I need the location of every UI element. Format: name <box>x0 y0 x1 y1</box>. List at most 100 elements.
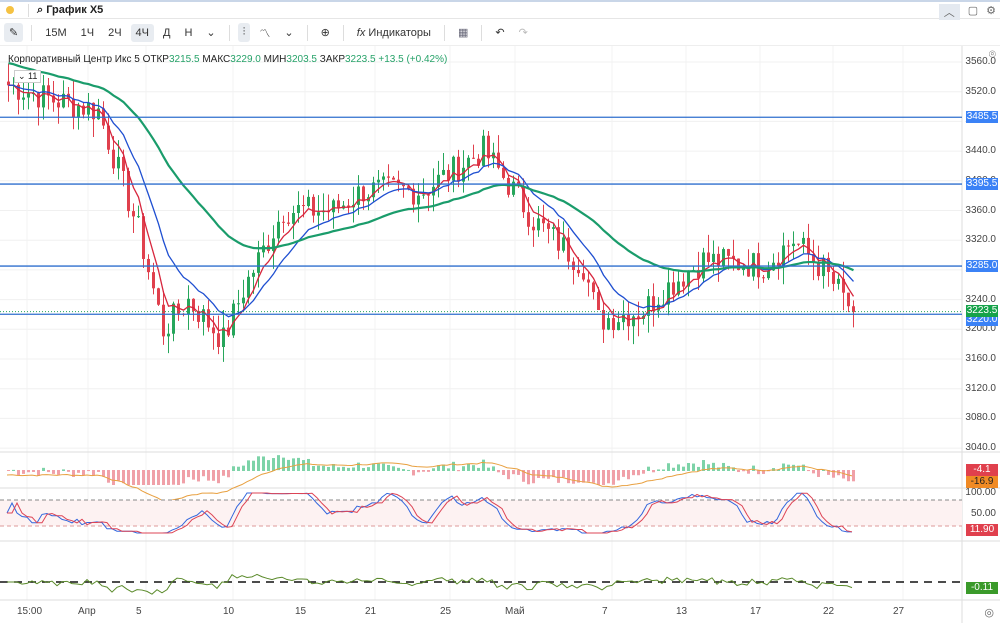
low-value: 3203.5 <box>286 54 317 65</box>
macd-bar <box>47 470 50 473</box>
price-chart[interactable] <box>0 0 1000 623</box>
macd-bar <box>612 470 615 485</box>
candle-body <box>57 102 60 108</box>
macd-bar <box>637 470 640 476</box>
macd-bar <box>62 469 65 471</box>
candle-body <box>417 195 420 205</box>
macd-bar <box>342 466 345 471</box>
macd-bar <box>452 461 455 471</box>
macd-bar <box>622 470 625 477</box>
candle-body <box>802 237 805 244</box>
macd-bar <box>172 470 175 485</box>
macd-bar <box>597 470 600 485</box>
macd-bar <box>362 467 365 471</box>
level-price-tag[interactable]: 3285.0 <box>966 260 998 273</box>
macd-bar <box>122 470 125 484</box>
time-axis-label: 7 <box>602 606 608 617</box>
candle-body <box>162 304 165 337</box>
candle-body <box>587 279 590 283</box>
candle-body <box>377 179 380 183</box>
macd-bar <box>642 470 645 474</box>
candle-body <box>237 303 240 305</box>
macd-bar <box>292 458 295 471</box>
macd-bar <box>502 470 505 475</box>
candle-body <box>527 212 530 227</box>
price-axis-label: 3560.0 <box>965 56 996 67</box>
candle-body <box>392 177 395 180</box>
momentum-line <box>7 573 853 595</box>
macd-bar <box>722 462 725 471</box>
macd-bar <box>712 462 715 471</box>
macd-bar <box>302 460 305 471</box>
macd-bar <box>137 470 140 485</box>
candle-body <box>282 221 285 223</box>
macd-bar <box>192 470 195 480</box>
macd-bar <box>627 470 630 480</box>
time-axis-label: 5 <box>136 606 142 617</box>
candle-body <box>167 333 170 337</box>
macd-bar <box>427 470 430 472</box>
oscillator-level-label: 50.00 <box>970 508 996 519</box>
candle-body <box>817 262 820 277</box>
price-axis-label: 3160.0 <box>965 353 996 364</box>
macd-bar <box>602 470 605 485</box>
macd-bar <box>617 470 620 481</box>
macd-bar <box>262 456 265 471</box>
macd-bar <box>587 470 590 482</box>
macd-bar <box>557 470 560 483</box>
macd-bar <box>242 465 245 471</box>
candle-body <box>362 186 365 202</box>
macd-bar <box>482 459 485 471</box>
price-axis-label: 3440.0 <box>965 145 996 157</box>
macd-bar <box>272 458 275 471</box>
candle-body <box>727 249 730 256</box>
time-axis-label: 22 <box>823 606 835 617</box>
candle-body <box>467 157 470 168</box>
macd-bar <box>282 457 285 471</box>
macd-bar <box>592 470 595 483</box>
candle-body <box>757 253 760 278</box>
candle-body <box>317 212 320 216</box>
level-price-tag[interactable]: 3485.5 <box>966 111 998 124</box>
macd-bar <box>182 470 185 484</box>
macd-bar <box>532 470 535 484</box>
macd-bar <box>357 462 360 471</box>
candle-body <box>607 318 610 330</box>
macd-bar <box>57 470 60 475</box>
candle-body <box>247 276 250 298</box>
macd-bar <box>742 470 745 472</box>
time-axis-label: 17 <box>750 606 762 617</box>
macd-bar <box>372 463 375 471</box>
macd-bar <box>682 466 685 471</box>
candle-body <box>532 226 535 231</box>
macd-bar <box>707 464 710 471</box>
macd-bar <box>412 470 415 476</box>
macd-bar <box>307 458 310 471</box>
high-value: 3229.0 <box>230 54 261 65</box>
candle-body <box>807 237 810 255</box>
macd-bar <box>232 466 235 471</box>
candle-body <box>632 316 635 327</box>
macd-bar <box>562 470 565 478</box>
macd-bar <box>537 470 540 478</box>
macd-bar <box>547 470 550 479</box>
macd-bar <box>27 470 30 473</box>
candle-body <box>712 253 715 262</box>
level-price-tag[interactable]: 3395.5 <box>966 178 998 191</box>
momentum-value-tag: -0.11 <box>966 582 998 594</box>
time-axis-label: 21 <box>365 606 377 617</box>
macd-bar <box>652 470 655 473</box>
macd-bar <box>377 463 380 471</box>
macd-bar <box>117 470 120 481</box>
macd-bar <box>467 463 470 471</box>
candle-body <box>537 218 540 231</box>
candle-body <box>257 252 260 273</box>
macd-bar <box>792 464 795 471</box>
indicators-collapse-button[interactable]: ⌄ 11 <box>14 70 42 83</box>
macd-bar <box>152 470 155 485</box>
eye-settings-icon[interactable]: ◎ <box>984 606 994 619</box>
candle-body <box>652 296 655 311</box>
candle-body <box>502 167 505 178</box>
macd-bar <box>662 469 665 471</box>
macd-bar <box>447 468 450 471</box>
